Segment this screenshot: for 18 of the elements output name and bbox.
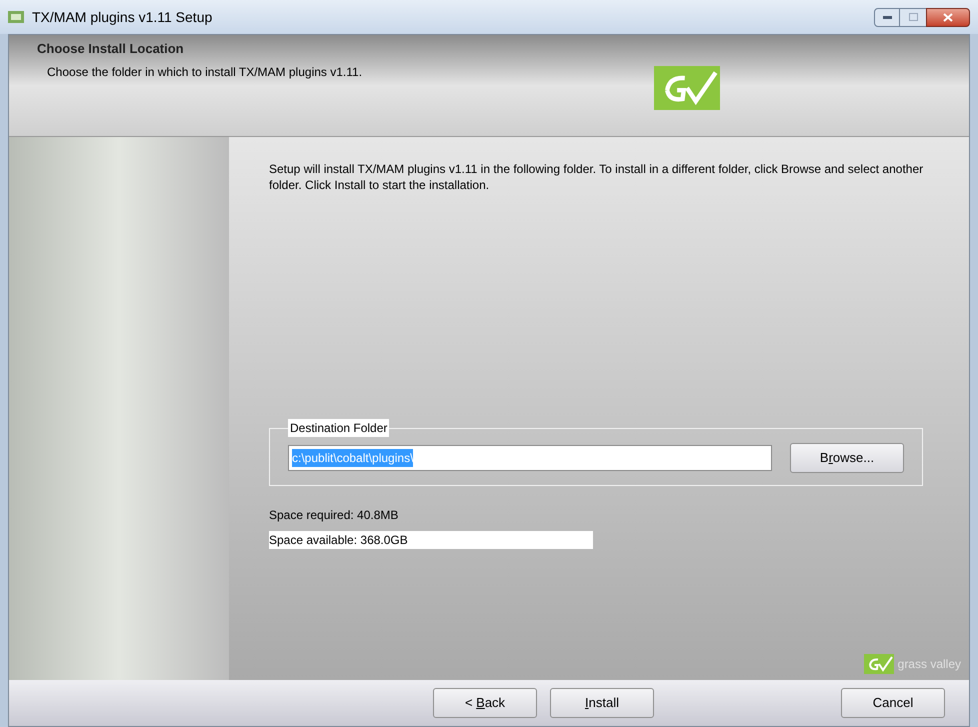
back-button[interactable]: < Back (433, 688, 537, 718)
space-required-text: Space required: 40.8MB (269, 507, 400, 524)
logo-icon (652, 66, 722, 110)
close-icon (943, 12, 953, 22)
install-button[interactable]: Install (550, 688, 654, 718)
intro-text: Setup will install TX/MAM plugins v1.11 in the following folder. To install in a different folder, click Browse and select another folder. Click Install to start the installation. (269, 161, 924, 193)
logo-icon (864, 654, 894, 674)
installer-icon (8, 11, 24, 23)
browse-button[interactable]: Browse... (790, 443, 904, 473)
page-subtitle: Choose the folder in which to install TX/MAM plugins v1.11. (46, 64, 362, 80)
group-legend: Destination Folder (288, 419, 390, 437)
maximize-button[interactable] (900, 8, 926, 26)
minimize-button[interactable] (874, 8, 900, 26)
page-title: Choose Install Location (37, 40, 185, 58)
close-button[interactable] (926, 8, 970, 26)
cancel-button[interactable]: Cancel (841, 688, 945, 718)
window-title: TX/MAM plugins v1.11 Setup (32, 8, 212, 27)
space-available-text: Space available: 368.0GB (269, 531, 593, 549)
